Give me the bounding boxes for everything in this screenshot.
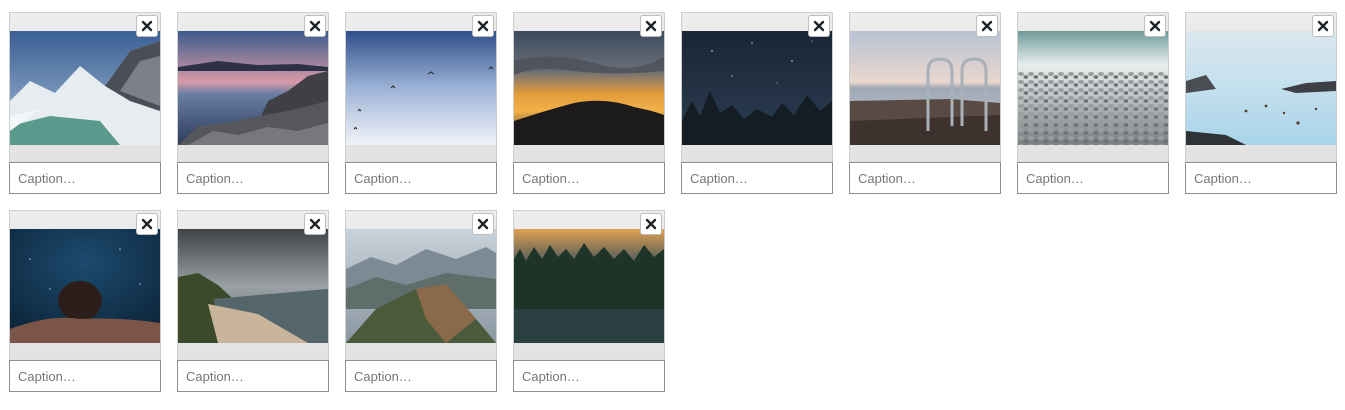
close-icon — [141, 20, 153, 32]
caption-input[interactable] — [513, 360, 665, 392]
image-frame[interactable] — [345, 12, 497, 164]
gallery-item — [513, 210, 665, 392]
close-icon — [1149, 20, 1161, 32]
image-frame[interactable] — [9, 210, 161, 362]
remove-button[interactable] — [808, 15, 830, 37]
caption-input[interactable] — [9, 162, 161, 194]
image-frame[interactable] — [345, 210, 497, 362]
remove-button[interactable] — [640, 213, 662, 235]
caption-input[interactable] — [513, 162, 665, 194]
close-icon — [141, 218, 153, 230]
close-icon — [477, 218, 489, 230]
photo-underwater-swimmer — [10, 229, 160, 343]
caption-input[interactable] — [849, 162, 1001, 194]
photo-birds-in-sky — [346, 31, 496, 145]
remove-button[interactable] — [136, 15, 158, 37]
remove-button[interactable] — [472, 15, 494, 37]
image-frame[interactable] — [9, 12, 161, 164]
remove-button[interactable] — [976, 15, 998, 37]
image-frame[interactable] — [177, 12, 329, 164]
caption-input[interactable] — [1017, 162, 1169, 194]
remove-button[interactable] — [136, 213, 158, 235]
photo-dock-ladder-sea — [850, 31, 1000, 145]
photo-mountain-ridge-valley — [346, 229, 496, 343]
remove-button[interactable] — [1144, 15, 1166, 37]
remove-button[interactable] — [1312, 15, 1334, 37]
caption-input[interactable] — [9, 360, 161, 392]
photo-forest-at-dusk — [514, 229, 664, 343]
close-icon — [981, 20, 993, 32]
photo-orange-sunset-hill — [514, 31, 664, 145]
caption-input[interactable] — [177, 162, 329, 194]
gallery-item — [177, 12, 329, 194]
gallery-item — [9, 12, 161, 194]
caption-input[interactable] — [345, 360, 497, 392]
remove-button[interactable] — [304, 213, 326, 235]
photo-starry-night-trees — [682, 31, 832, 145]
photo-pebble-beach — [1018, 31, 1168, 145]
image-frame[interactable] — [513, 210, 665, 362]
caption-input[interactable] — [1185, 162, 1337, 194]
remove-button[interactable] — [472, 213, 494, 235]
gallery-item — [9, 210, 161, 392]
close-icon — [813, 20, 825, 32]
image-frame[interactable] — [681, 12, 833, 164]
gallery-item — [1185, 12, 1337, 194]
caption-input[interactable] — [345, 162, 497, 194]
gallery-item — [513, 12, 665, 194]
photo-blue-lagoon-bathers — [1186, 31, 1336, 145]
gallery-item — [345, 210, 497, 392]
close-icon — [1317, 20, 1329, 32]
photo-rocky-coast-sunset — [178, 31, 328, 145]
gallery-item — [177, 210, 329, 392]
close-icon — [309, 20, 321, 32]
close-icon — [645, 20, 657, 32]
close-icon — [645, 218, 657, 230]
gallery-item — [849, 12, 1001, 194]
remove-button[interactable] — [304, 15, 326, 37]
image-frame[interactable] — [1017, 12, 1169, 164]
photo-stormy-beach-cliffs — [178, 229, 328, 343]
caption-input[interactable] — [177, 360, 329, 392]
image-frame[interactable] — [513, 12, 665, 164]
caption-input[interactable] — [681, 162, 833, 194]
gallery-item — [1017, 12, 1169, 194]
image-frame[interactable] — [1185, 12, 1337, 164]
gallery-grid — [0, 0, 1345, 410]
close-icon — [309, 218, 321, 230]
image-frame[interactable] — [849, 12, 1001, 164]
gallery-item — [345, 12, 497, 194]
image-frame[interactable] — [177, 210, 329, 362]
remove-button[interactable] — [640, 15, 662, 37]
close-icon — [477, 20, 489, 32]
photo-snowy-mountain-lake — [10, 31, 160, 145]
gallery-item — [681, 12, 833, 194]
